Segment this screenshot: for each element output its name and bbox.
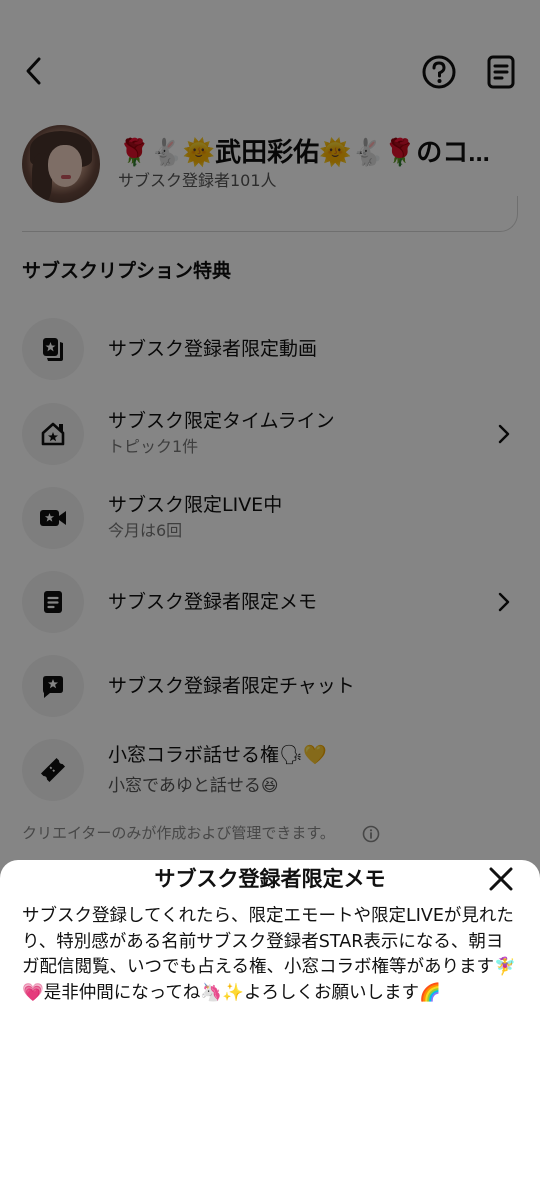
close-button[interactable] (486, 864, 516, 894)
memo-bottom-sheet: サブスク登録者限定メモ サブスク登録してくれたら、限定エモートや限定LIVEが見… (0, 860, 540, 1199)
sheet-body-text: サブスク登録してくれたら、限定エモートや限定LIVEが見れたり、特別感がある名前… (22, 906, 516, 1003)
sheet-title: サブスク登録者限定メモ (154, 867, 386, 891)
close-icon (489, 867, 513, 891)
